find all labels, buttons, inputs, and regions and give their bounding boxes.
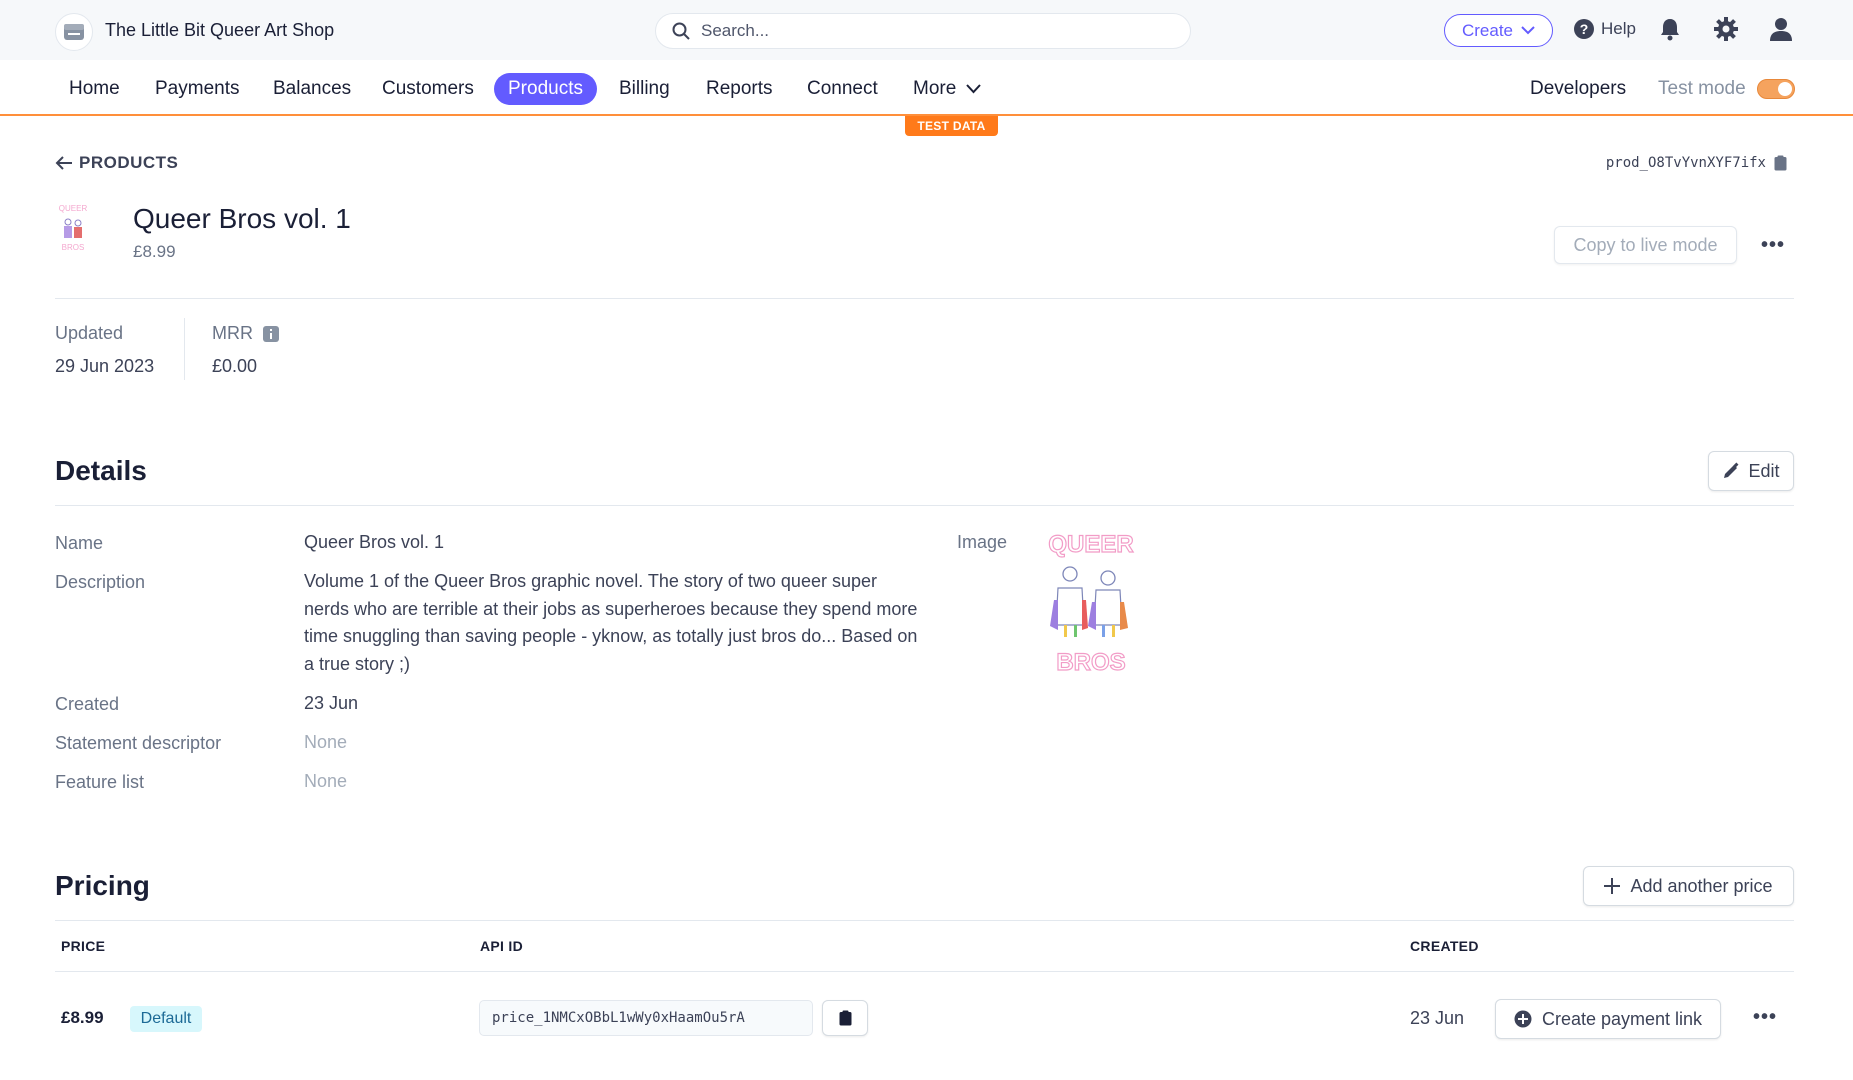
description-label: Description xyxy=(55,572,146,592)
divider xyxy=(55,920,1794,921)
description-value: Volume 1 of the Queer Bros graphic novel… xyxy=(304,571,918,674)
test-mode-label: Test mode xyxy=(1658,78,1746,99)
back-label: PRODUCTS xyxy=(79,153,179,172)
chevron-down-icon xyxy=(966,84,982,94)
product-id[interactable]: prod_O8TvYvnXYF7ifx xyxy=(1606,155,1787,171)
price-api-id[interactable]: price_1NMCxOBbL1wWy0xHaamOu5rA xyxy=(479,1000,813,1036)
clipboard-icon xyxy=(839,1010,851,1026)
svg-text:BROS: BROS xyxy=(62,243,85,252)
back-to-products-link[interactable]: PRODUCTS xyxy=(55,153,178,173)
more-actions-icon[interactable]: ••• xyxy=(1761,234,1785,257)
nav-more-label: More xyxy=(913,78,957,99)
create-payment-link-button[interactable]: Create payment link xyxy=(1495,999,1721,1039)
updated-label: Updated xyxy=(55,323,124,343)
product-title: Queer Bros vol. 1 xyxy=(133,203,351,234)
nav-products[interactable]: Products xyxy=(494,73,597,105)
user-icon[interactable] xyxy=(1768,16,1794,47)
add-another-price-button[interactable]: Add another price xyxy=(1583,866,1794,906)
feature-list-value: None xyxy=(304,771,348,791)
main-nav: Home Payments Balances Customers Product… xyxy=(0,60,1853,116)
image-text-bottom: BROS xyxy=(1056,649,1125,676)
stat-divider xyxy=(184,318,185,380)
created-value: 23 Jun xyxy=(304,693,359,713)
create-label: Create xyxy=(1461,20,1514,40)
mrr-label: MRR xyxy=(212,323,253,343)
created-label: Created xyxy=(55,694,120,714)
pencil-icon xyxy=(1724,462,1739,478)
top-bar: The Little Bit Queer Art Shop Create ? H… xyxy=(0,0,1853,60)
default-badge: Default xyxy=(130,1006,202,1032)
test-data-badge: TEST DATA xyxy=(905,116,998,136)
product-id-value: prod_O8TvYvnXYF7ifx xyxy=(1605,155,1766,171)
toggle-knob xyxy=(1778,82,1792,96)
divider xyxy=(55,971,1794,972)
store-icon[interactable] xyxy=(55,13,93,51)
price-created: 23 Jun xyxy=(1410,1008,1465,1028)
add-price-label: Add another price xyxy=(1630,875,1773,896)
nav-balances[interactable]: Balances xyxy=(259,73,365,105)
test-mode-toggle[interactable] xyxy=(1757,79,1795,99)
notifications-icon[interactable] xyxy=(1659,17,1681,46)
plus-circle-icon xyxy=(1514,1010,1532,1028)
price-value: £8.99 xyxy=(61,1008,104,1027)
search-input[interactable] xyxy=(701,20,1171,42)
feature-list-label: Feature list xyxy=(55,772,145,792)
column-header-api-id: API ID xyxy=(480,938,524,954)
nav-reports[interactable]: Reports xyxy=(692,73,787,105)
divider xyxy=(55,505,1794,506)
image-label: Image xyxy=(957,532,1008,552)
help-label: Help xyxy=(1601,19,1636,38)
nav-billing[interactable]: Billing xyxy=(605,73,684,105)
clipboard-icon[interactable] xyxy=(1774,155,1787,171)
row-actions-icon[interactable]: ••• xyxy=(1753,1006,1777,1029)
plus-icon xyxy=(1604,878,1621,894)
mrr-value: £0.00 xyxy=(212,356,258,376)
product-thumbnail: QUEER BROS xyxy=(55,202,91,262)
image-text-top: QUEER xyxy=(1048,531,1133,558)
name-value: Queer Bros vol. 1 xyxy=(304,532,445,552)
nav-more[interactable]: More xyxy=(899,73,995,105)
help-button[interactable]: ? Help xyxy=(1573,18,1636,40)
arrow-left-icon xyxy=(55,156,72,170)
name-label: Name xyxy=(55,533,104,553)
edit-label: Edit xyxy=(1748,460,1780,481)
product-price: £8.99 xyxy=(133,242,176,261)
chevron-down-icon xyxy=(1521,26,1535,35)
statement-descriptor-label: Statement descriptor xyxy=(55,733,222,753)
column-header-created: CREATED xyxy=(1410,938,1479,954)
statement-descriptor-value: None xyxy=(304,732,348,752)
info-icon[interactable] xyxy=(263,325,279,342)
column-header-price: PRICE xyxy=(61,938,106,954)
developers-link[interactable]: Developers xyxy=(1530,73,1626,105)
account-name[interactable]: The Little Bit Queer Art Shop xyxy=(105,20,334,41)
payment-link-label: Create payment link xyxy=(1541,1008,1703,1029)
product-image[interactable]: QUEER BROS xyxy=(1044,530,1138,680)
gear-icon[interactable] xyxy=(1713,16,1739,47)
nav-home[interactable]: Home xyxy=(55,73,134,105)
nav-connect[interactable]: Connect xyxy=(793,73,892,105)
details-heading: Details xyxy=(55,455,147,486)
svg-text:?: ? xyxy=(1580,21,1589,37)
search-bar[interactable] xyxy=(655,13,1191,49)
copy-api-id-button[interactable] xyxy=(822,1000,868,1036)
updated-value: 29 Jun 2023 xyxy=(55,356,155,376)
mrr-label-group: MRR xyxy=(212,323,279,344)
edit-button[interactable]: Edit xyxy=(1708,451,1794,491)
nav-customers[interactable]: Customers xyxy=(368,73,488,105)
divider xyxy=(55,298,1794,299)
copy-to-live-mode-button[interactable]: Copy to live mode xyxy=(1554,226,1737,264)
pricing-heading: Pricing xyxy=(55,870,150,901)
search-icon xyxy=(672,22,690,45)
create-button[interactable]: Create xyxy=(1444,14,1553,47)
svg-text:QUEER: QUEER xyxy=(59,204,88,213)
help-icon: ? xyxy=(1574,19,1594,39)
nav-payments[interactable]: Payments xyxy=(141,73,253,105)
